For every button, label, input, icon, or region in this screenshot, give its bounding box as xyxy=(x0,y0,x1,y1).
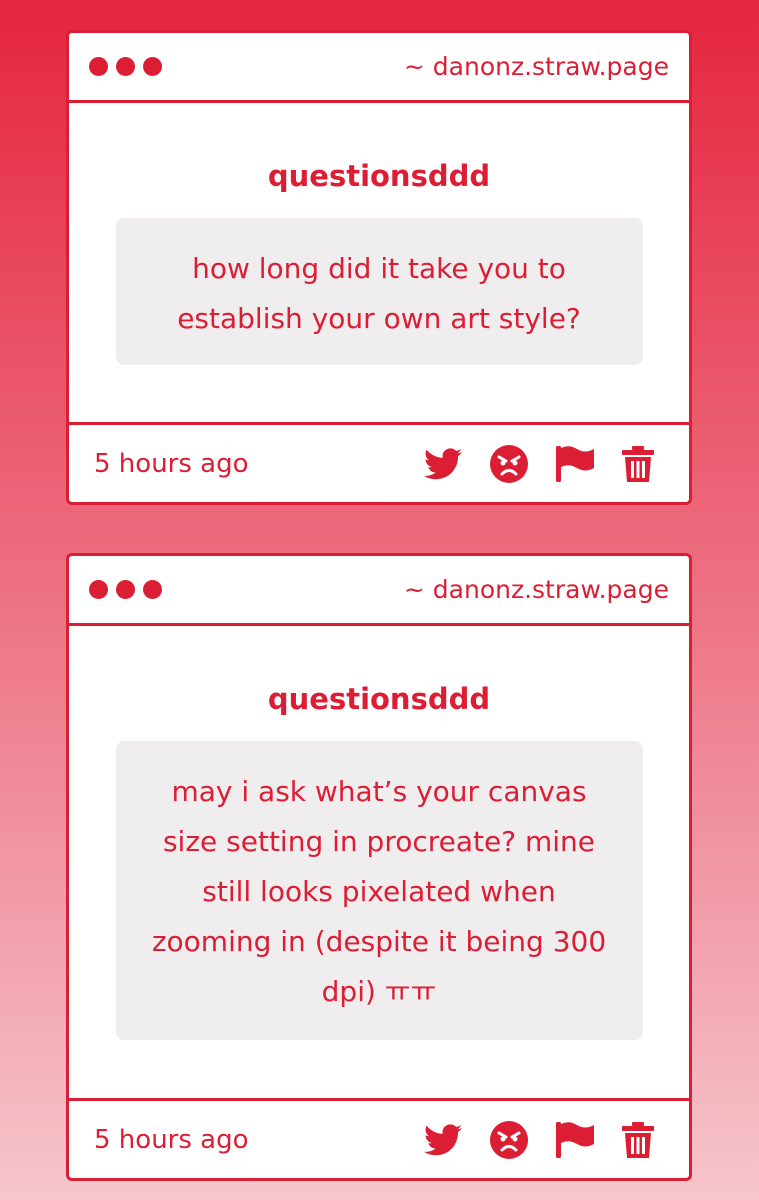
angry-face-icon[interactable] xyxy=(490,444,528,483)
question-card: ~ danonz.straw.page questionsddd how lon… xyxy=(66,30,692,505)
timestamp: 5 hours ago xyxy=(94,1124,249,1155)
card-titlebar: ~ danonz.straw.page xyxy=(69,33,689,103)
window-dot-icon xyxy=(143,580,162,599)
page-url[interactable]: ~ danonz.straw.page xyxy=(404,52,669,81)
question-card: ~ danonz.straw.page questionsddd may i a… xyxy=(66,553,692,1181)
question-text: may i ask what’s your canvas size settin… xyxy=(115,741,643,1040)
twitter-icon[interactable] xyxy=(424,1123,462,1156)
timestamp: 5 hours ago xyxy=(94,448,249,479)
card-footer: 5 hours ago xyxy=(69,422,689,502)
window-dot-icon xyxy=(89,580,108,599)
question-text: how long did it take you to establish yo… xyxy=(115,218,643,365)
window-dot-icon xyxy=(89,57,108,76)
action-bar xyxy=(424,1120,654,1159)
sender-name: questionsddd xyxy=(267,159,491,193)
twitter-icon[interactable] xyxy=(424,447,462,480)
action-bar xyxy=(424,444,654,483)
window-dot-icon xyxy=(116,580,135,599)
card-titlebar: ~ danonz.straw.page xyxy=(69,556,689,626)
angry-face-icon[interactable] xyxy=(490,1120,528,1159)
window-dot-icon xyxy=(143,57,162,76)
card-content: questionsddd how long did it take you to… xyxy=(69,103,689,365)
window-dot-icon xyxy=(116,57,135,76)
card-footer: 5 hours ago xyxy=(69,1098,689,1178)
flag-icon[interactable] xyxy=(556,1121,594,1158)
page-url[interactable]: ~ danonz.straw.page xyxy=(404,575,669,604)
sender-name: questionsddd xyxy=(267,682,491,716)
window-dots xyxy=(89,57,162,76)
trash-icon[interactable] xyxy=(622,1121,654,1158)
flag-icon[interactable] xyxy=(556,445,594,482)
trash-icon[interactable] xyxy=(622,445,654,482)
card-content: questionsddd may i ask what’s your canva… xyxy=(69,626,689,1040)
window-dots xyxy=(89,580,162,599)
